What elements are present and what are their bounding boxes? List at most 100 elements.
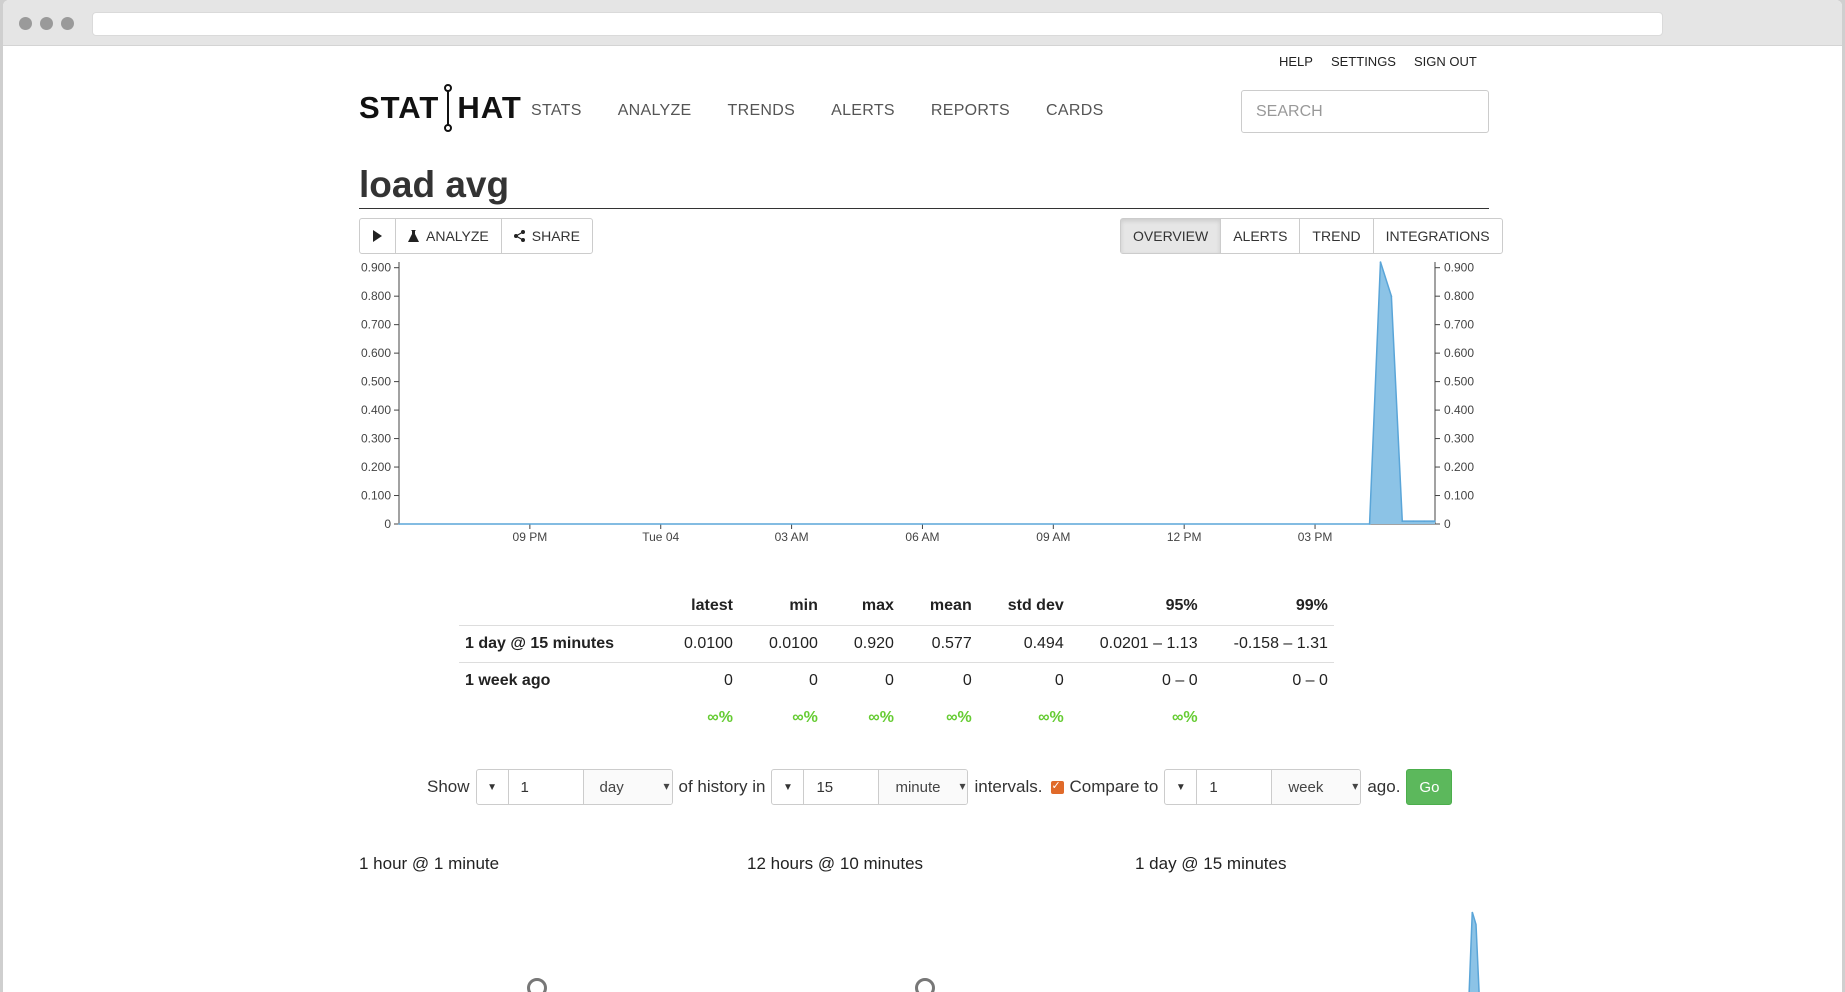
mini-chart-title-1d: 1 day @ 15 minutes <box>1135 854 1287 873</box>
history-unit-select[interactable]: day <box>583 770 672 804</box>
mini-chart-title-1h: 1 hour @ 1 minute <box>359 854 500 873</box>
pct-std-dev: ∞% <box>1038 708 1064 726</box>
settings-link[interactable]: SETTINGS <box>1331 54 1396 69</box>
flask-icon <box>408 230 419 242</box>
window-close-dot[interactable] <box>19 17 32 30</box>
pct-max: ∞% <box>868 708 894 726</box>
mini-series-area <box>1469 912 1480 992</box>
tab-overview[interactable]: OVERVIEW <box>1121 219 1221 253</box>
y-tick-label-left: 0.400 <box>361 403 391 417</box>
y-tick-label-left: 0 <box>384 517 391 531</box>
share-button[interactable]: SHARE <box>500 219 592 253</box>
cell-min: 0 <box>738 661 824 699</box>
tab-trend[interactable]: TREND <box>1299 219 1372 253</box>
browser-chrome <box>3 0 1842 46</box>
mini-chart-title-12h: 12 hours @ 10 minutes <box>747 854 924 873</box>
page-content: HELP SETTINGS SIGN OUT STAT HAT STATS AN… <box>3 46 1842 992</box>
help-link[interactable]: HELP <box>1279 54 1313 69</box>
y-tick-label-right: 0.200 <box>1444 460 1474 474</box>
data-point <box>398 523 400 525</box>
mini-series-line <box>1468 911 1480 992</box>
table-row: 1 day @ 15 minutes 0.0100 0.0100 0.920 0… <box>459 624 1334 662</box>
stats-header-blank <box>459 588 654 625</box>
cell-p99: 0 – 0 <box>1203 661 1334 699</box>
stats-header-min: min <box>789 597 818 615</box>
go-button[interactable]: Go <box>1406 769 1453 805</box>
logo-text-right: HAT <box>457 90 522 125</box>
nav-reports[interactable]: REPORTS <box>931 102 1010 120</box>
series-area <box>399 262 1435 524</box>
analyze-button[interactable]: ANALYZE <box>395 219 501 253</box>
nav-stats[interactable]: STATS <box>531 102 582 120</box>
page-title: load avg <box>359 162 1489 209</box>
interval-value-input[interactable] <box>804 770 880 804</box>
y-tick-label-right: 0.500 <box>1444 375 1474 389</box>
stats-header-p99: 99% <box>1295 597 1328 615</box>
y-tick-label-right: 0.300 <box>1444 432 1474 446</box>
tab-alerts[interactable]: ALERTS <box>1220 219 1299 253</box>
cell-p99: -0.158 – 1.31 <box>1203 624 1334 662</box>
share-icon <box>513 230 525 242</box>
sign-out-link[interactable]: SIGN OUT <box>1414 54 1477 69</box>
caret-down-icon: ▼ <box>783 781 793 793</box>
table-row-change: ∞% ∞% ∞% ∞% ∞% ∞% <box>459 699 1334 736</box>
compare-stepper: ▼ week <box>1164 769 1362 805</box>
x-tick-label: 09 PM <box>513 530 548 544</box>
cell-p95: 0 – 0 <box>1069 661 1204 699</box>
y-tick-label-left: 0.500 <box>361 375 391 389</box>
search-input[interactable] <box>1241 90 1489 133</box>
interval-dropdown-toggle[interactable]: ▼ <box>772 770 805 804</box>
x-tick-label: Tue 04 <box>642 530 679 544</box>
stathat-logo[interactable]: STAT HAT <box>359 84 522 132</box>
compare-label: Compare to <box>1069 777 1159 796</box>
cell-std-dev: 0 <box>977 661 1070 699</box>
y-tick-label-left: 0.600 <box>361 346 391 360</box>
series-line <box>399 261 1435 525</box>
cell-mean: 0 <box>899 661 978 699</box>
nav-alerts[interactable]: ALERTS <box>831 102 895 120</box>
cell-max: 0.920 <box>823 624 900 662</box>
mini-chart-1d <box>1468 911 1480 992</box>
compare-value-input[interactable] <box>1197 770 1273 804</box>
row-label: 1 day @ 15 minutes <box>459 624 654 662</box>
main-nav: STATS ANALYZE TRENDS ALERTS REPORTS CARD… <box>531 102 1104 120</box>
share-label: SHARE <box>531 228 580 244</box>
row-label: 1 week ago <box>459 661 654 699</box>
compare-dropdown-toggle[interactable]: ▼ <box>1165 770 1198 804</box>
main-chart: 0 0 0.100 0.100 0.200 0.200 0.300 0.300 0.400 0.4… <box>361 261 1474 544</box>
analyze-label: ANALYZE <box>426 228 489 244</box>
nav-trends[interactable]: TRENDS <box>728 102 796 120</box>
history-stepper: ▼ day <box>475 769 673 805</box>
history-value-input[interactable] <box>508 770 584 804</box>
of-history-label: of history in <box>678 777 766 796</box>
pct-mean: ∞% <box>946 708 972 726</box>
interval-unit-select[interactable]: minute <box>879 770 968 804</box>
y-tick-label-left: 0.200 <box>361 460 391 474</box>
x-tick-label: 03 AM <box>775 530 809 544</box>
y-tick-label-right: 0.600 <box>1444 346 1474 360</box>
x-tick-label: 09 AM <box>1036 530 1070 544</box>
y-tick-label-left: 0.100 <box>361 489 391 503</box>
compare-checkbox[interactable] <box>1050 779 1064 794</box>
stats-table: latest min max mean std dev 95% 99% 1 da… <box>459 588 1334 736</box>
data-point <box>1401 520 1404 522</box>
compare-unit-select[interactable]: week <box>1272 770 1361 804</box>
browser-window: HELP SETTINGS SIGN OUT STAT HAT STATS AN… <box>3 0 1842 992</box>
cell-p95: 0.0201 – 1.13 <box>1069 624 1204 662</box>
history-dropdown-toggle[interactable]: ▼ <box>477 770 509 804</box>
play-button[interactable] <box>360 219 395 253</box>
stats-header-mean: mean <box>929 597 972 615</box>
caret-down-icon: ▼ <box>1175 781 1186 793</box>
nav-cards[interactable]: CARDS <box>1046 102 1104 120</box>
loading-spinner-icon <box>527 978 547 992</box>
window-maximize-dot[interactable] <box>61 17 74 30</box>
address-bar[interactable] <box>92 12 1663 36</box>
data-point <box>1379 261 1382 263</box>
pct-min: ∞% <box>792 708 818 726</box>
nav-analyze[interactable]: ANALYZE <box>618 102 692 120</box>
window-minimize-dot[interactable] <box>40 17 53 30</box>
view-tabs: OVERVIEW ALERTS TREND INTEGRATIONS <box>1120 218 1503 254</box>
stats-header-max: max <box>861 597 894 615</box>
data-point <box>1412 520 1414 522</box>
tab-integrations[interactable]: INTEGRATIONS <box>1372 219 1502 253</box>
